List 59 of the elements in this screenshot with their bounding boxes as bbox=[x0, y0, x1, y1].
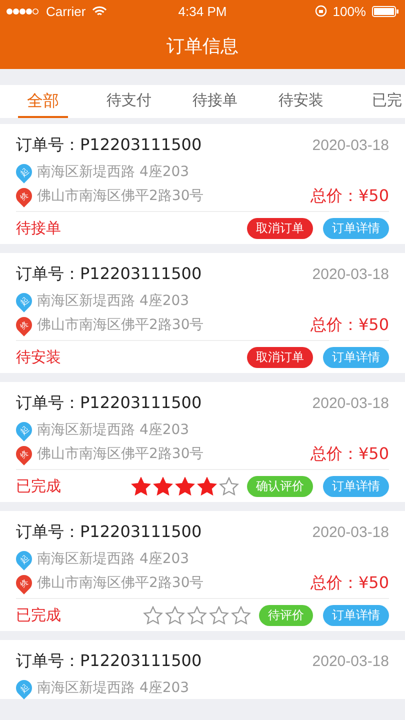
star-icon bbox=[187, 606, 207, 624]
order-action-button[interactable]: 订单详情 bbox=[323, 218, 389, 238]
page-title: 订单信息 bbox=[166, 34, 240, 58]
end-address: 佛山市南海区佛平2路30号 bbox=[37, 574, 204, 592]
order-number: 订单号：P12203111500 bbox=[16, 522, 202, 542]
order-number: 订单号：P12203111500 bbox=[16, 264, 202, 284]
order-status: 待安装 bbox=[16, 348, 61, 366]
star-icon bbox=[143, 606, 163, 624]
order-action-button[interactable]: 订单详情 bbox=[323, 346, 389, 368]
star-icon bbox=[231, 606, 251, 624]
end-address: 佛山市南海区佛平2路30号 bbox=[37, 316, 204, 334]
rotation-lock-icon bbox=[314, 5, 327, 17]
star-icon bbox=[175, 476, 195, 496]
order-action-button[interactable]: 订单详情 bbox=[323, 476, 389, 496]
end-address: 佛山市南海区佛平2路30号 bbox=[37, 445, 204, 463]
filter-tab[interactable]: 待安装 bbox=[258, 85, 344, 118]
star-icon bbox=[131, 476, 151, 496]
filter-tab[interactable]: 待接单 bbox=[172, 85, 258, 118]
order-action-button[interactable]: 订单详情 bbox=[323, 604, 389, 626]
carrier-name: Carrier bbox=[46, 4, 86, 18]
battery-icon bbox=[372, 6, 399, 16]
order-action-button[interactable]: 确认评价 bbox=[247, 476, 313, 496]
start-address: 南海区新堤西路 4座203 bbox=[37, 550, 190, 568]
battery-percent: 100% bbox=[332, 4, 366, 18]
filter-tab[interactable]: 已完 bbox=[344, 85, 405, 118]
signal-icon bbox=[6, 8, 40, 14]
start-address: 南海区新堤西路 4座203 bbox=[37, 421, 190, 439]
total-price: 总价：¥50 bbox=[310, 314, 389, 336]
order-date: 2020-03-18 bbox=[312, 266, 389, 282]
order-number: 订单号：P12203111500 bbox=[16, 392, 202, 414]
total-price: 总价：¥50 bbox=[310, 186, 389, 206]
order-date: 2020-03-18 bbox=[312, 524, 389, 540]
filter-tab[interactable]: 待支付 bbox=[86, 85, 172, 118]
status-time: 4:34 PM bbox=[178, 4, 227, 18]
rating-stars[interactable] bbox=[143, 606, 251, 624]
start-address: 南海区新堤西路 4座203 bbox=[37, 163, 190, 181]
order-number: 订单号：P12203111500 bbox=[16, 134, 202, 156]
order-action-button[interactable]: 待评价 bbox=[259, 604, 313, 626]
star-icon bbox=[219, 476, 239, 496]
rating-stars[interactable] bbox=[131, 476, 239, 496]
wifi-icon bbox=[92, 6, 107, 16]
order-date: 2020-03-18 bbox=[312, 136, 389, 154]
star-icon bbox=[165, 606, 185, 624]
order-action-button[interactable]: 取消订单 bbox=[247, 346, 313, 368]
start-address: 南海区新堤西路 4座203 bbox=[37, 679, 190, 697]
star-icon bbox=[209, 606, 229, 624]
order-action-button[interactable]: 取消订单 bbox=[247, 218, 313, 238]
order-status: 已完成 bbox=[16, 476, 61, 496]
start-address: 南海区新堤西路 4座203 bbox=[37, 292, 190, 310]
end-address: 佛山市南海区佛平2路30号 bbox=[37, 187, 204, 205]
total-price: 总价：¥50 bbox=[310, 444, 389, 464]
order-status: 待接单 bbox=[16, 218, 61, 238]
total-price: 总价：¥50 bbox=[310, 572, 389, 594]
order-date: 2020-03-18 bbox=[312, 394, 389, 412]
order-date: 2020-03-18 bbox=[312, 652, 389, 670]
star-icon bbox=[153, 476, 173, 496]
order-number: 订单号：P12203111500 bbox=[16, 650, 202, 672]
star-icon bbox=[197, 476, 217, 496]
order-status: 已完成 bbox=[16, 606, 61, 624]
